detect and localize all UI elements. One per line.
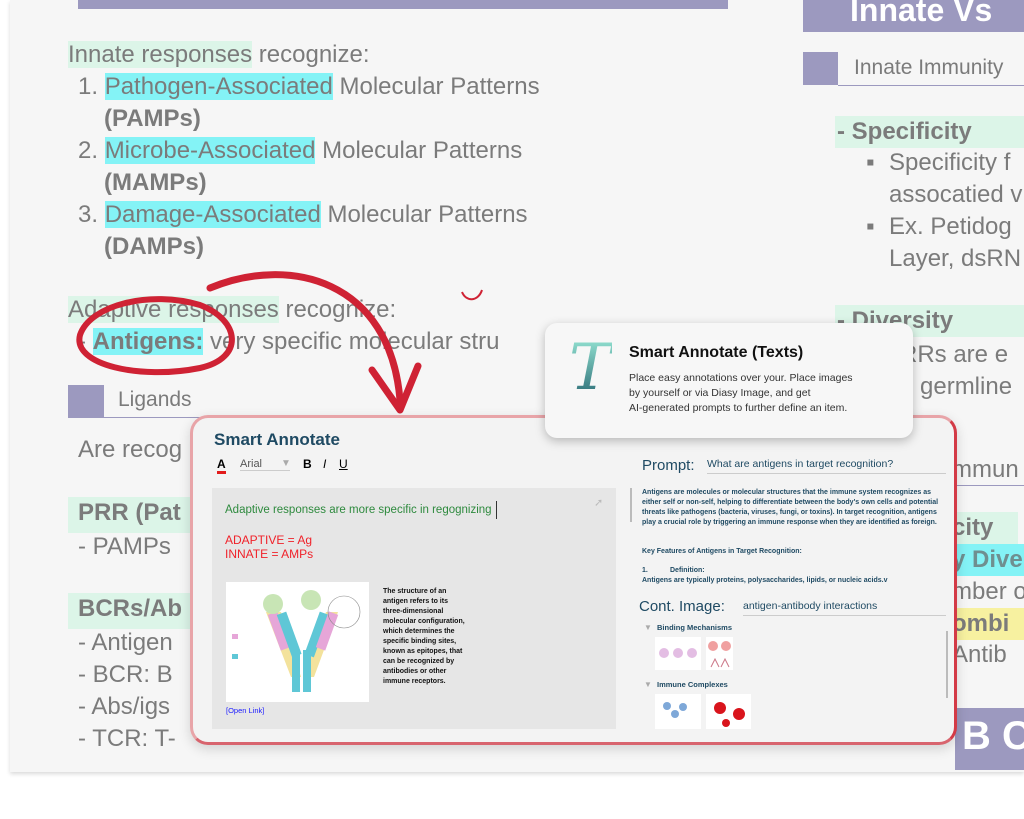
list-number: 1. [642,567,648,574]
tooltip-title: Smart Annotate (Texts) [629,344,804,361]
caption-line: can be recognized by [383,658,455,665]
app-logo: T [569,331,612,405]
thumbnail[interactable] [655,694,701,729]
image-group-label[interactable]: Immune Complexes [657,680,728,689]
image-caption: The structure of an antigen refers to its… [383,587,465,687]
tooltip-text: Place easy annotations over your. Place … [629,372,853,384]
italic-button[interactable]: I [323,457,326,471]
note-red-line: ADAPTIVE = Ag [225,533,313,547]
note-text: Adaptive responses are more specific in … [225,501,497,519]
panel-title: Smart Annotate [214,430,340,449]
cont-image-input[interactable]: antigen-antibody interactions [743,600,946,616]
thumbnail[interactable] [655,637,701,670]
caption-line: specific binding sites, [383,638,457,645]
chevron-down-icon[interactable]: ▼ [644,680,652,689]
chevron-down-icon[interactable]: ▼ [644,623,652,632]
antibody-structure-image[interactable] [226,582,369,702]
prompt-input[interactable]: What are antigens in target recognition? [707,458,946,474]
feature-tooltip: T Smart Annotate (Texts) Place easy anno… [545,323,913,438]
small-stroke [461,289,483,301]
text-cursor [495,501,497,519]
caption-line: three-dimensional [383,608,444,615]
arrow-stroke [206,271,404,404]
thumbnail[interactable] [706,637,733,670]
circle-stroke [76,296,235,376]
scrollbar[interactable] [946,631,948,698]
prompt-answer: Antigens are molecules or molecular stru… [642,489,939,526]
note-editor[interactable]: Adaptive responses are more specific in … [212,488,616,729]
smart-annotate-panel: Smart Annotate A Arial ▼ B I U Adaptive … [190,415,957,745]
open-link[interactable]: [Open Link] [226,706,264,715]
definition-label: Definition: [670,567,705,574]
antibody-diagram [232,590,361,692]
note-red-line: INNATE = AMPs [225,547,314,561]
cont-image-label: Cont. Image: [639,598,725,615]
thumbnail[interactable] [706,694,751,729]
answer-heading: Key Features of Antigens in Target Recog… [642,548,802,555]
underline-button[interactable]: U [339,457,348,471]
bold-button[interactable]: B [303,457,312,471]
caption-line: molecular configuration, [383,618,465,625]
chevron-down-icon[interactable]: ▼ [281,458,291,469]
caption-line: The structure of an [383,588,447,595]
prompt-label: Prompt: [642,457,695,474]
image-group-label[interactable]: Binding Mechanisms [657,623,732,632]
tooltip-text: AI-generated prompts to further define a… [629,402,848,414]
definition-text: Antigens are typically proteins, polysac… [642,577,888,584]
caption-line: which determines the [383,628,455,635]
scrollbar[interactable] [630,488,632,522]
pin-icon[interactable]: ➚ [594,496,603,509]
caption-line: antibodies or other [383,668,447,675]
text-color-button[interactable]: A [217,458,226,474]
caption-line: immune receptors. [383,678,446,685]
caption-line: antigen refers to its [383,598,448,605]
caption-line: known as epitopes, that [383,648,463,655]
tooltip-text: by yourself or via Diasy Image, and get [629,387,811,399]
note-line: Adaptive responses are more specific in … [225,504,492,517]
